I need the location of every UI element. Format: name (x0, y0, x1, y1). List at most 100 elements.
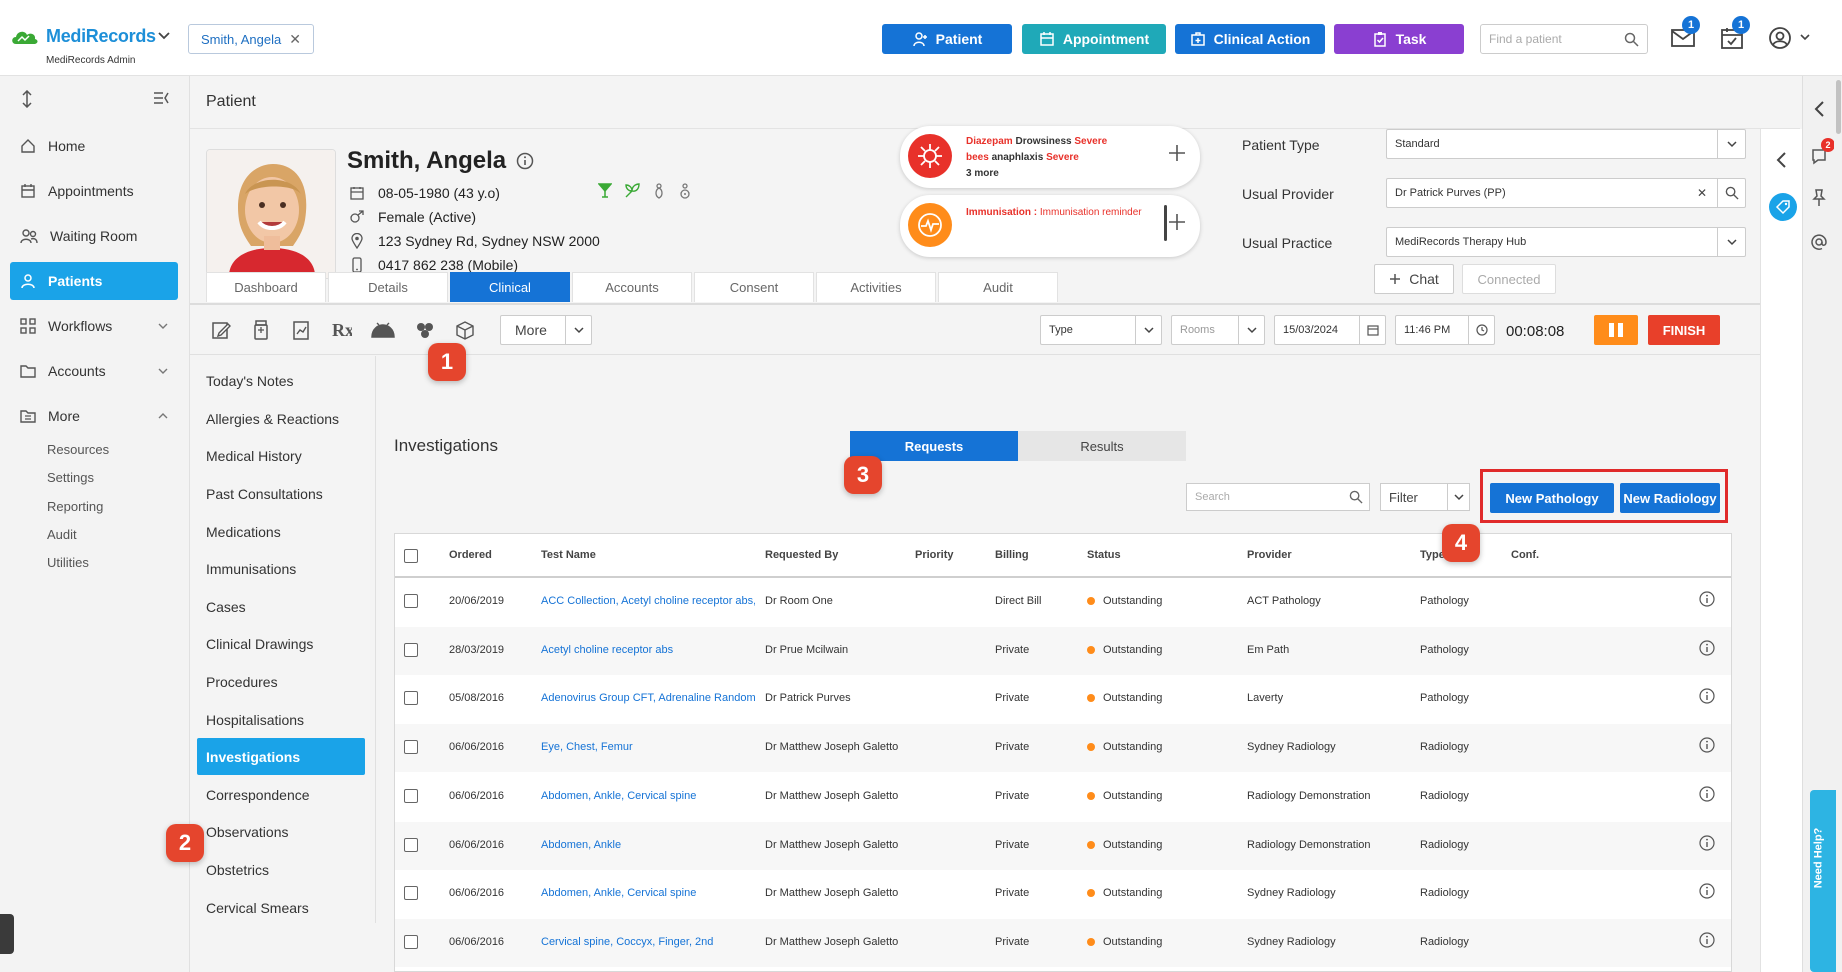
row-checkbox[interactable] (404, 837, 418, 852)
clinical-menu-item[interactable]: Hospitalisations (197, 701, 365, 738)
date-field[interactable]: 15/03/2024 (1274, 315, 1386, 345)
chevron-left-icon[interactable] (1775, 151, 1787, 169)
need-help-tab[interactable]: Need Help? (1810, 790, 1836, 972)
at-sign-icon[interactable] (1809, 232, 1829, 252)
clinical-menu-item[interactable]: Clinical Drawings (197, 625, 365, 662)
add-allergy-icon[interactable] (1166, 142, 1188, 164)
info-icon[interactable] (1699, 640, 1715, 656)
new-task-button[interactable]: Task (1334, 24, 1464, 54)
resize-vertical-icon[interactable] (20, 90, 34, 108)
sidebar-item-workflows[interactable]: Workflows (10, 307, 178, 345)
time-field[interactable]: 11:46 PM (1395, 315, 1495, 345)
table-row[interactable]: 06/06/2016 Abdomen, Ankle Dr Matthew Josep… (395, 821, 1731, 870)
clinical-menu-item[interactable]: Correspondence (197, 776, 365, 813)
table-row[interactable]: 06/06/2016 Cervical spine, Coccyx, Finger… (395, 918, 1731, 967)
usual-provider-field[interactable]: Dr Patrick Purves (PP) ✕ (1386, 178, 1746, 208)
tag-button[interactable] (1769, 193, 1797, 221)
allergy-alert-card[interactable]: Diazepam Drowsiness Severe bees anaphlax… (900, 126, 1200, 188)
row-checkbox[interactable] (404, 740, 418, 755)
chevron-down-icon[interactable] (1246, 326, 1257, 334)
prescription-icon[interactable]: Rx (330, 319, 352, 341)
sidebar-item-home[interactable]: Home (10, 127, 178, 165)
column-header[interactable]: Test Name (541, 549, 596, 561)
search-icon[interactable] (1624, 32, 1639, 47)
table-row[interactable]: 28/03/2019 Acetyl choline receptor abs Dr … (395, 626, 1731, 675)
info-icon[interactable] (1699, 737, 1715, 753)
tab-results[interactable]: Results (1018, 431, 1186, 461)
tab-consent[interactable]: Consent (694, 272, 814, 302)
column-header[interactable]: Billing (995, 549, 1029, 561)
info-icon[interactable] (516, 152, 534, 170)
column-header[interactable]: Status (1087, 549, 1121, 561)
row-checkbox[interactable] (404, 594, 418, 608)
sidebar-item-appointments[interactable]: Appointments (10, 172, 178, 210)
clipboard-chart-icon[interactable] (290, 319, 312, 341)
sidebar-subitem-audit[interactable]: Audit (47, 527, 77, 542)
sidebar-item-more[interactable]: More (10, 397, 178, 435)
tab-dashboard[interactable]: Dashboard (206, 272, 326, 302)
clinical-menu-item[interactable]: Observations (197, 813, 365, 850)
edit-note-icon[interactable] (210, 319, 232, 341)
chevron-left-icon[interactable] (1813, 100, 1825, 118)
clock-icon[interactable] (1475, 324, 1488, 336)
cell-test[interactable]: ACC Collection, Acetyl choline receptor … (541, 595, 755, 607)
clinical-menu-item[interactable]: Allergies & Reactions (197, 400, 365, 437)
tab-details[interactable]: Details (328, 272, 448, 302)
pill-bottle-icon[interactable] (250, 319, 272, 341)
leaf-icon[interactable] (624, 183, 640, 199)
row-checkbox[interactable] (404, 642, 418, 657)
sidebar-item-patients[interactable]: Patients (10, 262, 178, 300)
sidebar-subitem-settings[interactable]: Settings (47, 470, 94, 485)
clinical-menu-item[interactable]: Medical History (197, 437, 365, 474)
tab-accounts[interactable]: Accounts (572, 272, 692, 302)
tab-activities[interactable]: Activities (816, 272, 936, 302)
more-dropdown[interactable]: More (500, 315, 592, 345)
chat-button[interactable]: Chat (1374, 264, 1454, 294)
chevron-down-icon[interactable] (1453, 493, 1464, 501)
clinical-menu-item[interactable]: Cervical Smears (197, 889, 365, 926)
chevron-down-icon[interactable] (1800, 34, 1810, 42)
chevron-down-icon[interactable] (1726, 238, 1737, 246)
filter-dropdown[interactable]: Filter (1380, 483, 1470, 511)
column-header[interactable]: Conf. (1511, 549, 1539, 561)
info-icon[interactable] (1699, 883, 1715, 899)
cell-test[interactable]: Eye, Chest, Femur (541, 741, 755, 753)
sidebar-subitem-resources[interactable]: Resources (47, 442, 109, 457)
patient-type-select[interactable]: Standard (1386, 129, 1746, 159)
find-patient-input[interactable]: Find a patient (1480, 24, 1648, 54)
user-avatar-icon[interactable] (1768, 26, 1792, 50)
usual-practice-select[interactable]: MediRecords Therapy Hub (1386, 227, 1746, 257)
tab-audit[interactable]: Audit (938, 272, 1058, 302)
table-row[interactable]: 06/06/2016 Abdomen, Ankle, Cervical spine… (395, 773, 1731, 821)
table-row[interactable]: 20/06/2019 ACC Collection, Acetyl choline… (395, 578, 1731, 626)
column-header[interactable]: Requested By (765, 549, 838, 561)
new-radiology-button[interactable]: New Radiology (1620, 483, 1720, 513)
info-icon[interactable] (1699, 932, 1715, 948)
pregnancy-icon[interactable] (652, 183, 666, 199)
info-icon[interactable] (1699, 786, 1715, 802)
info-icon[interactable] (1699, 834, 1715, 851)
info-icon[interactable] (1699, 591, 1715, 607)
sidebar-item-accounts[interactable]: Accounts (10, 352, 178, 390)
cell-test[interactable]: Cervical spine, Coccyx, Finger, 2nd (541, 936, 755, 948)
collapse-sidebar-icon[interactable] (152, 90, 170, 106)
chevron-down-icon[interactable] (158, 31, 170, 41)
column-header[interactable]: Ordered (449, 549, 492, 561)
clinical-menu-item[interactable]: Past Consultations (197, 475, 365, 512)
select-all-checkbox[interactable] (404, 549, 418, 563)
chevron-down-icon[interactable] (1726, 140, 1737, 148)
chevron-down-icon[interactable] (158, 367, 168, 375)
chevron-up-icon[interactable] (158, 412, 168, 420)
sidebar-subitem-reporting[interactable]: Reporting (47, 499, 103, 514)
allergy-more-link[interactable]: 3 more (966, 168, 999, 179)
clinical-menu-item[interactable]: Immunisations (197, 550, 365, 587)
patient-chip[interactable]: Smith, Angela ✕ (188, 24, 314, 54)
sidebar-item-waiting-room[interactable]: Waiting Room (10, 217, 178, 255)
box-icon[interactable] (454, 319, 476, 341)
close-icon[interactable]: ✕ (289, 31, 301, 48)
info-icon[interactable] (1699, 688, 1715, 704)
table-row[interactable]: 05/08/2016 Adenovirus Group CFT, Adrenali… (395, 675, 1731, 723)
table-row[interactable]: 06/06/2016 Eye, Chest, Femur Dr Matthew Jo… (395, 724, 1731, 773)
cell-test[interactable]: Abdomen, Ankle, Cervical spine (541, 790, 755, 802)
row-checkbox[interactable] (404, 886, 418, 901)
